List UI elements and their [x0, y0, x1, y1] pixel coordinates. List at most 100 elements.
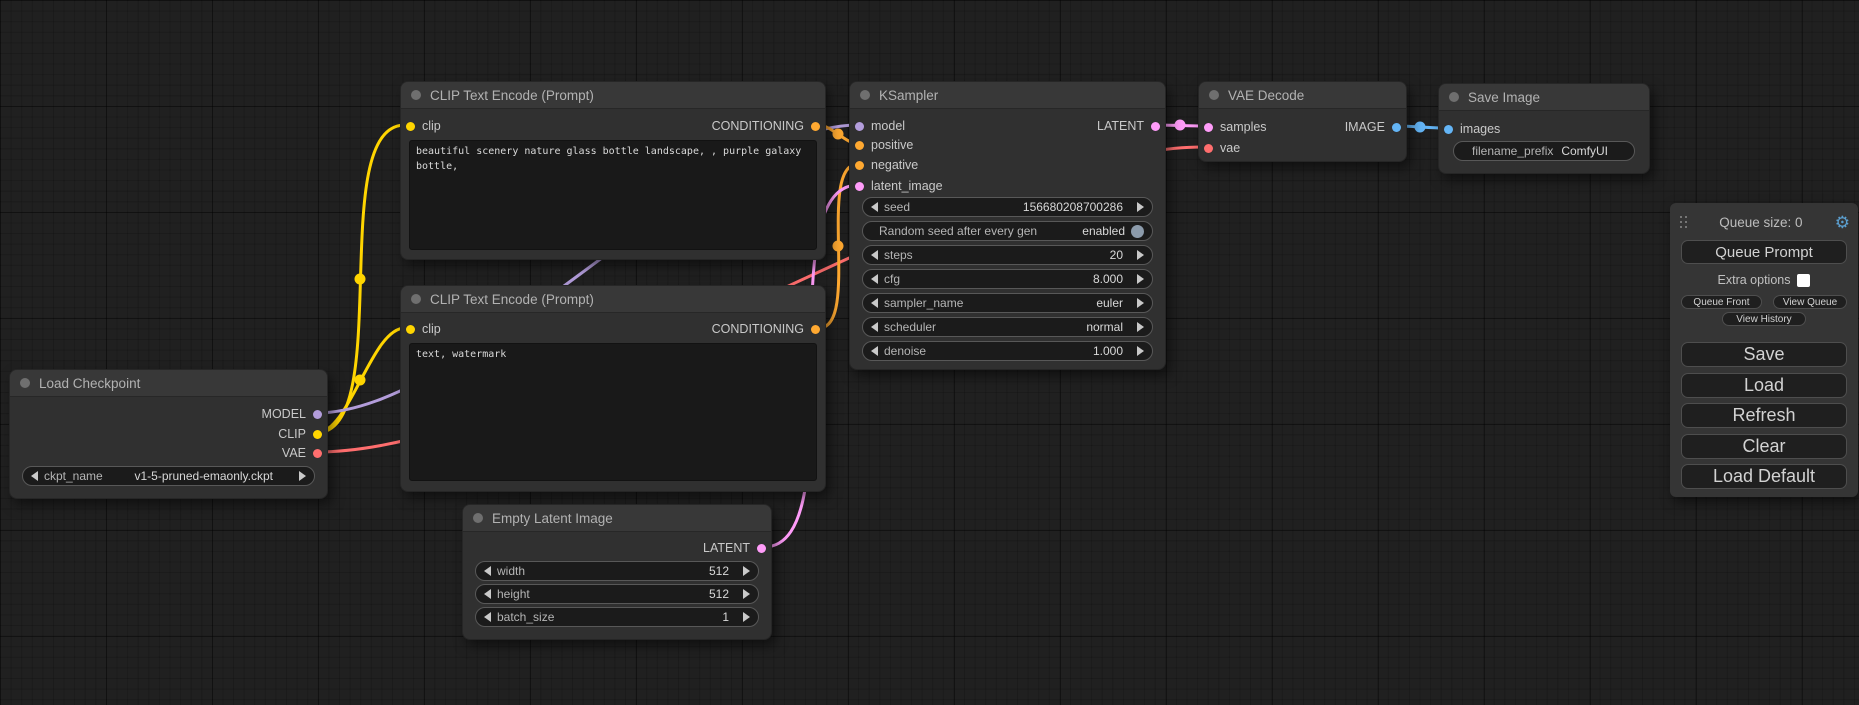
collapse-dot-icon[interactable]	[860, 90, 870, 100]
toggle-on-icon[interactable]	[1131, 225, 1144, 238]
load-default-button[interactable]: Load Default	[1681, 464, 1847, 489]
cfg-widget[interactable]: cfg 8.000	[862, 269, 1153, 289]
increment-arrow-icon[interactable]	[1137, 298, 1144, 308]
collapse-dot-icon[interactable]	[411, 294, 421, 304]
node-load-checkpoint[interactable]: Load Checkpoint MODEL CLIP VAE ckpt_name…	[9, 369, 328, 499]
node-title-bar[interactable]: Load Checkpoint	[10, 370, 327, 397]
input-slot-negative[interactable]: negative	[855, 155, 918, 175]
input-slot-model[interactable]: model	[855, 116, 905, 136]
increment-arrow-icon[interactable]	[743, 612, 750, 622]
node-title-bar[interactable]: CLIP Text Encode (Prompt)	[401, 286, 825, 313]
collapse-dot-icon[interactable]	[411, 90, 421, 100]
node-clip-text-encode-positive[interactable]: CLIP Text Encode (Prompt) clip CONDITION…	[400, 81, 826, 260]
decrement-arrow-icon[interactable]	[31, 471, 38, 481]
increment-arrow-icon[interactable]	[743, 566, 750, 576]
input-slot-samples[interactable]: samples	[1204, 117, 1267, 137]
view-queue-button[interactable]: View Queue	[1773, 295, 1847, 309]
input-slot-clip[interactable]: clip	[406, 116, 441, 136]
queue-front-button[interactable]: Queue Front	[1681, 295, 1762, 309]
conditioning-port-icon[interactable]	[855, 161, 864, 170]
clear-button[interactable]: Clear	[1681, 434, 1847, 459]
increment-arrow-icon[interactable]	[1137, 202, 1144, 212]
settings-gear-icon[interactable]: ⚙	[1835, 214, 1850, 231]
increment-arrow-icon[interactable]	[1137, 322, 1144, 332]
input-slot-latent-image[interactable]: latent_image	[855, 176, 943, 196]
vae-port-icon[interactable]	[1204, 144, 1213, 153]
model-port-icon[interactable]	[313, 410, 322, 419]
queue-prompt-button[interactable]: Queue Prompt	[1681, 240, 1847, 264]
collapse-dot-icon[interactable]	[20, 378, 30, 388]
output-slot-vae[interactable]: VAE	[282, 443, 322, 463]
node-empty-latent-image[interactable]: Empty Latent Image LATENT width 512 heig…	[462, 504, 772, 640]
decrement-arrow-icon[interactable]	[871, 298, 878, 308]
node-ksampler[interactable]: KSampler model positive negative latent_…	[849, 81, 1166, 370]
input-slot-vae[interactable]: vae	[1204, 138, 1240, 158]
collapse-dot-icon[interactable]	[1449, 92, 1459, 102]
input-slot-clip[interactable]: clip	[406, 319, 441, 339]
output-slot-latent[interactable]: LATENT	[1097, 116, 1160, 136]
batch-size-widget[interactable]: batch_size 1	[475, 607, 759, 627]
decrement-arrow-icon[interactable]	[871, 250, 878, 260]
ckpt-name-widget[interactable]: ckpt_name v1-5-pruned-emaonly.ckpt	[22, 466, 315, 486]
input-slot-positive[interactable]: positive	[855, 135, 913, 155]
output-slot-model[interactable]: MODEL	[262, 404, 322, 424]
save-button[interactable]: Save	[1681, 342, 1847, 367]
latent-port-icon[interactable]	[855, 182, 864, 191]
height-widget[interactable]: height 512	[475, 584, 759, 604]
seed-widget[interactable]: seed 156680208700286	[862, 197, 1153, 217]
node-title-bar[interactable]: Empty Latent Image	[463, 505, 771, 532]
node-title-bar[interactable]: CLIP Text Encode (Prompt)	[401, 82, 825, 109]
output-slot-conditioning[interactable]: CONDITIONING	[712, 116, 820, 136]
width-widget[interactable]: width 512	[475, 561, 759, 581]
increment-arrow-icon[interactable]	[743, 589, 750, 599]
conditioning-port-icon[interactable]	[855, 141, 864, 150]
latent-port-icon[interactable]	[1151, 122, 1160, 131]
conditioning-port-icon[interactable]	[811, 122, 820, 131]
node-vae-decode[interactable]: VAE Decode samples vae IMAGE	[1198, 81, 1407, 162]
decrement-arrow-icon[interactable]	[871, 274, 878, 284]
image-port-icon[interactable]	[1444, 125, 1453, 134]
prompt-textarea[interactable]: text, watermark	[409, 343, 817, 481]
node-clip-text-encode-negative[interactable]: CLIP Text Encode (Prompt) clip CONDITION…	[400, 285, 826, 492]
increment-arrow-icon[interactable]	[1137, 250, 1144, 260]
conditioning-port-icon[interactable]	[811, 325, 820, 334]
decrement-arrow-icon[interactable]	[484, 589, 491, 599]
load-button[interactable]: Load	[1681, 373, 1847, 398]
decrement-arrow-icon[interactable]	[871, 346, 878, 356]
node-title-bar[interactable]: Save Image	[1439, 84, 1649, 111]
prompt-textarea[interactable]: beautiful scenery nature glass bottle la…	[409, 140, 817, 250]
steps-widget[interactable]: steps 20	[862, 245, 1153, 265]
increment-arrow-icon[interactable]	[1137, 274, 1144, 284]
decrement-arrow-icon[interactable]	[871, 202, 878, 212]
clip-port-icon[interactable]	[406, 122, 415, 131]
output-slot-latent[interactable]: LATENT	[703, 538, 766, 558]
collapse-dot-icon[interactable]	[1209, 90, 1219, 100]
refresh-button[interactable]: Refresh	[1681, 403, 1847, 428]
drag-handle-icon[interactable]	[1680, 216, 1687, 228]
queue-panel[interactable]: Queue size: 0 ⚙ Queue Prompt Extra optio…	[1670, 203, 1858, 497]
extra-options-checkbox[interactable]	[1797, 274, 1810, 287]
scheduler-widget[interactable]: scheduler normal	[862, 317, 1153, 337]
clip-port-icon[interactable]	[406, 325, 415, 334]
image-port-icon[interactable]	[1392, 123, 1401, 132]
clip-port-icon[interactable]	[313, 430, 322, 439]
output-slot-conditioning[interactable]: CONDITIONING	[712, 319, 820, 339]
output-slot-image[interactable]: IMAGE	[1345, 117, 1401, 137]
random-seed-toggle-widget[interactable]: Random seed after every gen enabled	[862, 221, 1153, 241]
output-slot-clip[interactable]: CLIP	[278, 424, 322, 444]
model-port-icon[interactable]	[855, 122, 864, 131]
decrement-arrow-icon[interactable]	[871, 322, 878, 332]
latent-port-icon[interactable]	[757, 544, 766, 553]
increment-arrow-icon[interactable]	[1137, 346, 1144, 356]
node-title-bar[interactable]: KSampler	[850, 82, 1165, 109]
sampler-name-widget[interactable]: sampler_name euler	[862, 293, 1153, 313]
node-save-image[interactable]: Save Image images filename_prefix ComfyU…	[1438, 83, 1650, 174]
input-slot-images[interactable]: images	[1444, 119, 1500, 139]
decrement-arrow-icon[interactable]	[484, 566, 491, 576]
collapse-dot-icon[interactable]	[473, 513, 483, 523]
increment-arrow-icon[interactable]	[299, 471, 306, 481]
view-history-button[interactable]: View History	[1722, 312, 1806, 326]
decrement-arrow-icon[interactable]	[484, 612, 491, 622]
vae-port-icon[interactable]	[313, 449, 322, 458]
denoise-widget[interactable]: denoise 1.000	[862, 341, 1153, 361]
